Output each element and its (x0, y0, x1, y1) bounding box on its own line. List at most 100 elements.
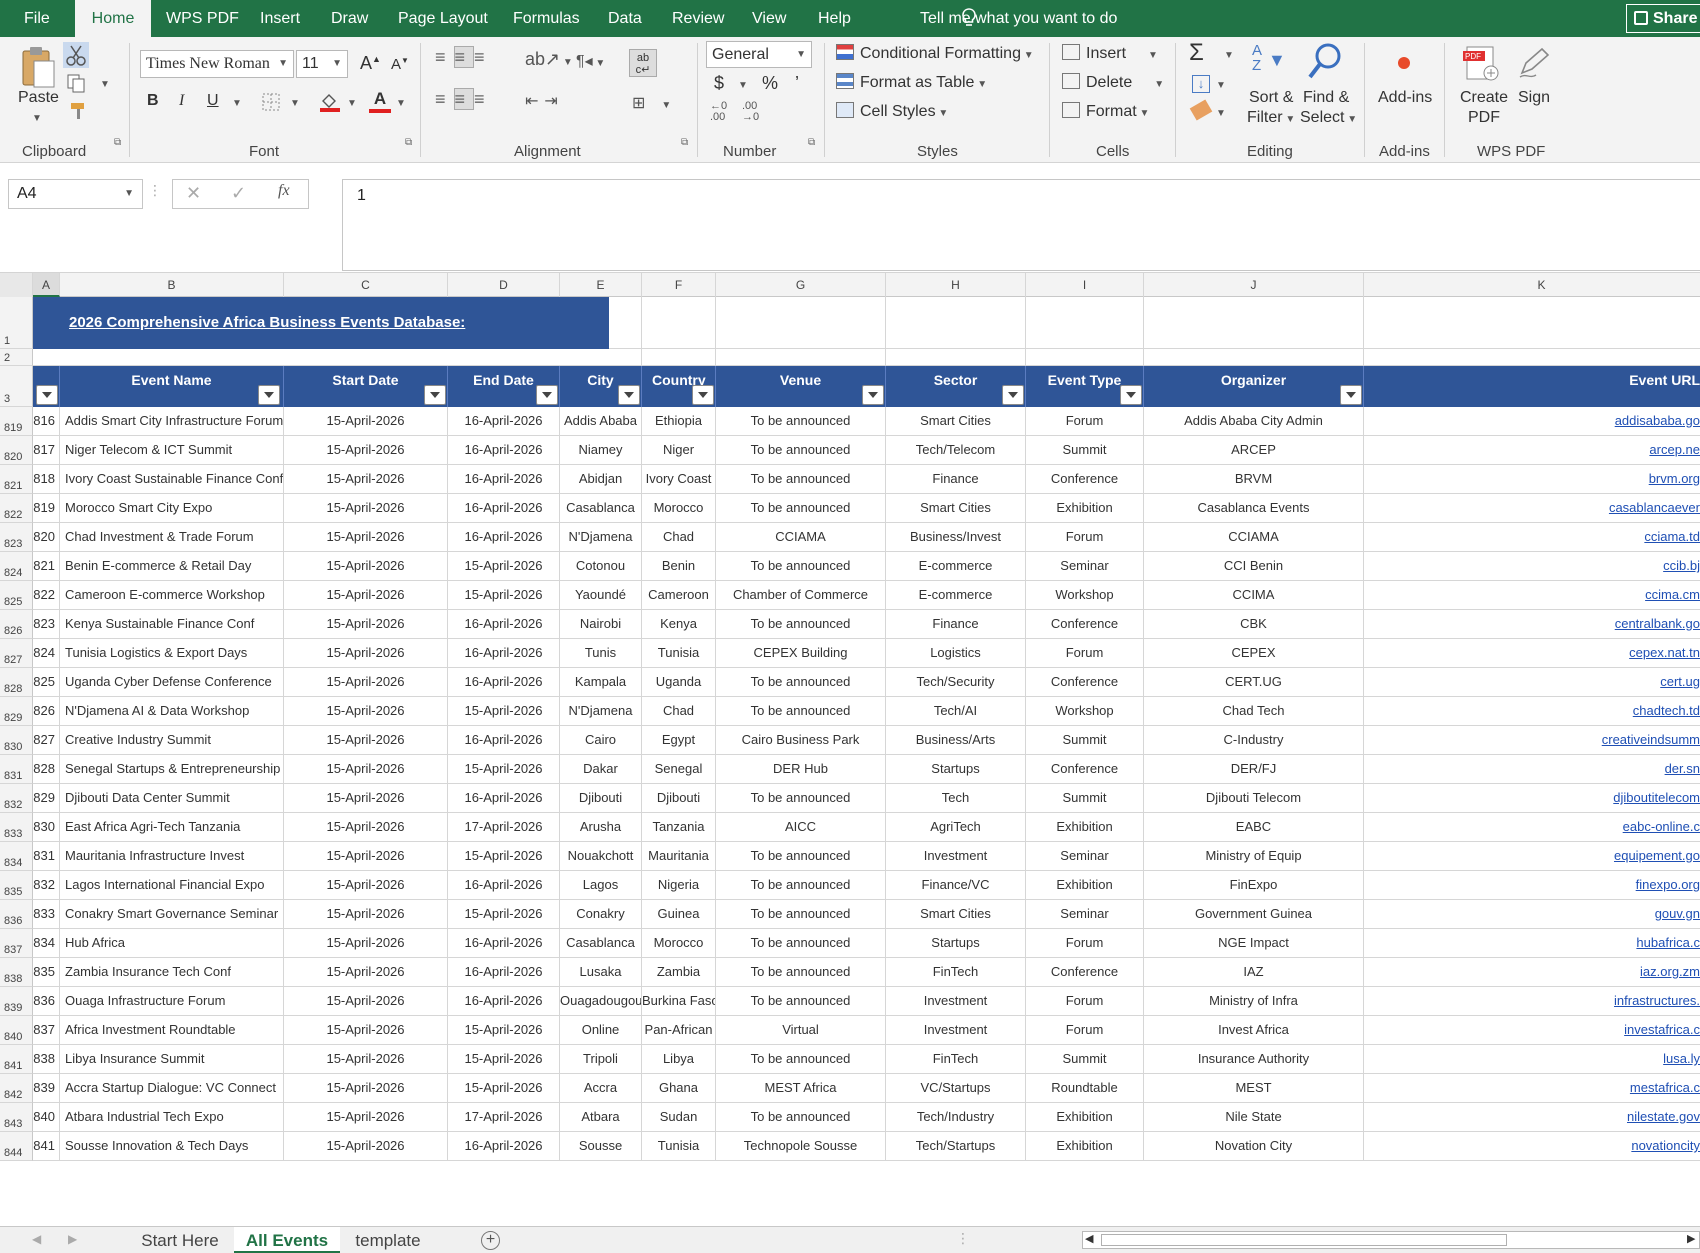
row-header[interactable]: 2 (0, 349, 33, 366)
cell-start-date[interactable]: 15-April-2026 (284, 436, 448, 465)
autosum-icon[interactable]: Σ (1189, 39, 1204, 67)
currency-button[interactable]: $ (714, 73, 724, 94)
cell-organizer[interactable]: Insurance Authority (1144, 1045, 1364, 1074)
clear-icon[interactable] (1189, 99, 1213, 121)
cell-venue[interactable]: To be announced (716, 929, 886, 958)
cell-start-date[interactable]: 15-April-2026 (284, 726, 448, 755)
cell-end-date[interactable]: 16-April-2026 (448, 1132, 560, 1161)
select-all-button[interactable] (0, 273, 33, 297)
cell-event-name[interactable]: Senegal Startups & Entrepreneurship Day (60, 755, 284, 784)
cell-organizer[interactable]: C-Industry (1144, 726, 1364, 755)
cell-end-date[interactable]: 16-April-2026 (448, 784, 560, 813)
cell-end-date[interactable]: 15-April-2026 (448, 1016, 560, 1045)
row-header[interactable]: 834 (0, 842, 33, 871)
cell-index[interactable]: 819 (33, 494, 60, 523)
cell-event-url[interactable]: djiboutitelecom (1364, 784, 1700, 813)
cell-index[interactable]: 817 (33, 436, 60, 465)
cell-event-url[interactable]: mestafrica.c (1364, 1074, 1700, 1103)
cell-index[interactable]: 836 (33, 987, 60, 1016)
text-direction-icon[interactable]: ¶◂ ▼ (576, 51, 605, 71)
cancel-icon[interactable]: ✕ (186, 183, 201, 204)
cell-event-name[interactable]: Zambia Insurance Tech Conf (60, 958, 284, 987)
cell-country[interactable]: Burkina Faso (642, 987, 716, 1016)
row-header[interactable]: 839 (0, 987, 33, 1016)
tab-home[interactable]: Home (75, 0, 151, 37)
cell-start-date[interactable]: 15-April-2026 (284, 1016, 448, 1045)
cell-country[interactable]: Ivory Coast (642, 465, 716, 494)
cell-venue[interactable]: To be announced (716, 900, 886, 929)
cell-event-type[interactable]: Summit (1026, 436, 1144, 465)
tab-split-handle[interactable]: ⋮ (956, 1230, 970, 1247)
cell-end-date[interactable]: 17-April-2026 (448, 1103, 560, 1132)
increase-decimal-icon[interactable]: ←0.00 (710, 101, 727, 123)
cell-sector[interactable]: Startups (886, 929, 1026, 958)
font-color-icon[interactable]: A (369, 89, 391, 113)
cell-country[interactable]: Morocco (642, 929, 716, 958)
cell-city[interactable]: Yaoundé (560, 581, 642, 610)
cell-event-type[interactable]: Forum (1026, 987, 1144, 1016)
header-city[interactable]: City (560, 366, 642, 407)
cell-event-url[interactable]: ccima.cm (1364, 581, 1700, 610)
wrap-text-icon[interactable]: ab c↵ (629, 49, 657, 77)
cell-event-name[interactable]: Hub Africa (60, 929, 284, 958)
cell-index[interactable]: 839 (33, 1074, 60, 1103)
cell-end-date[interactable]: 16-April-2026 (448, 610, 560, 639)
sign-icon[interactable] (1516, 45, 1552, 81)
header-cell-index[interactable] (33, 366, 60, 407)
cell-country[interactable]: Niger (642, 436, 716, 465)
cell-event-type[interactable]: Conference (1026, 755, 1144, 784)
cell-venue[interactable]: To be announced (716, 958, 886, 987)
row-header[interactable]: 840 (0, 1016, 33, 1045)
cell-event-url[interactable]: cepex.nat.tn (1364, 639, 1700, 668)
cell-venue[interactable]: CCIAMA (716, 523, 886, 552)
horizontal-scroll-thumb[interactable] (1101, 1234, 1507, 1246)
header-organizer[interactable]: Organizer (1144, 366, 1364, 407)
cell-event-url[interactable]: chadtech.td (1364, 697, 1700, 726)
horizontal-align-icons[interactable]: ≡≡≡ (435, 88, 493, 110)
copy-dropdown-icon[interactable]: ▼ (100, 79, 110, 90)
autosum-dropdown-icon[interactable]: ▼ (1224, 50, 1234, 61)
cell-sector[interactable]: Tech (886, 784, 1026, 813)
horizontal-scrollbar[interactable]: ◀ ▶ (1082, 1231, 1700, 1249)
paste-button[interactable]: Paste (18, 89, 59, 107)
orientation-icon[interactable]: ab↗ ▼ (525, 49, 573, 70)
cell-sector[interactable]: Investment (886, 842, 1026, 871)
row-header[interactable]: 823 (0, 523, 33, 552)
cell-country[interactable]: Uganda (642, 668, 716, 697)
cell-event-name[interactable]: Kenya Sustainable Finance Conf (60, 610, 284, 639)
cell-country[interactable]: Tunisia (642, 1132, 716, 1161)
scroll-left-icon[interactable]: ◀ (1085, 1232, 1093, 1245)
cell-country[interactable]: Mauritania (642, 842, 716, 871)
cell-event-url[interactable]: addisababa.go (1364, 407, 1700, 436)
column-header[interactable]: H (886, 273, 1026, 297)
row-header[interactable]: 827 (0, 639, 33, 668)
cell-event-type[interactable]: Exhibition (1026, 494, 1144, 523)
cell-country[interactable]: Benin (642, 552, 716, 581)
cell-sector[interactable]: Business/Arts (886, 726, 1026, 755)
sort-filter-icon[interactable]: A Z ▼ (1252, 43, 1286, 73)
add-sheet-icon[interactable]: + (481, 1231, 500, 1250)
cell-start-date[interactable]: 15-April-2026 (284, 1045, 448, 1074)
cell-city[interactable]: Atbara (560, 1103, 642, 1132)
filter-dropdown-icon[interactable] (692, 385, 714, 405)
cell-event-type[interactable]: Workshop (1026, 581, 1144, 610)
cell-event-url[interactable]: hubafrica.c (1364, 929, 1700, 958)
cell-city[interactable]: Ouagadougou (560, 987, 642, 1016)
cell-sector[interactable]: Tech/Industry (886, 1103, 1026, 1132)
cell-organizer[interactable]: MEST (1144, 1074, 1364, 1103)
cell-event-name[interactable]: N'Djamena AI & Data Workshop (60, 697, 284, 726)
cell-venue[interactable]: Virtual (716, 1016, 886, 1045)
addins-icon[interactable] (1398, 57, 1410, 69)
cell-index[interactable]: 830 (33, 813, 60, 842)
cell-start-date[interactable]: 15-April-2026 (284, 523, 448, 552)
row-header[interactable]: 844 (0, 1132, 33, 1161)
scroll-tabs-left-icon[interactable]: ◀ (32, 1232, 41, 1246)
cell-end-date[interactable]: 15-April-2026 (448, 1045, 560, 1074)
row-header[interactable]: 1 (0, 297, 33, 349)
cell-city[interactable]: Niamey (560, 436, 642, 465)
cell-sector[interactable]: VC/Startups (886, 1074, 1026, 1103)
cell-city[interactable]: Addis Ababa (560, 407, 642, 436)
cell-city[interactable]: Sousse (560, 1132, 642, 1161)
header-event-type[interactable]: Event Type (1026, 366, 1144, 407)
create-pdf-label[interactable]: Create (1460, 89, 1508, 107)
